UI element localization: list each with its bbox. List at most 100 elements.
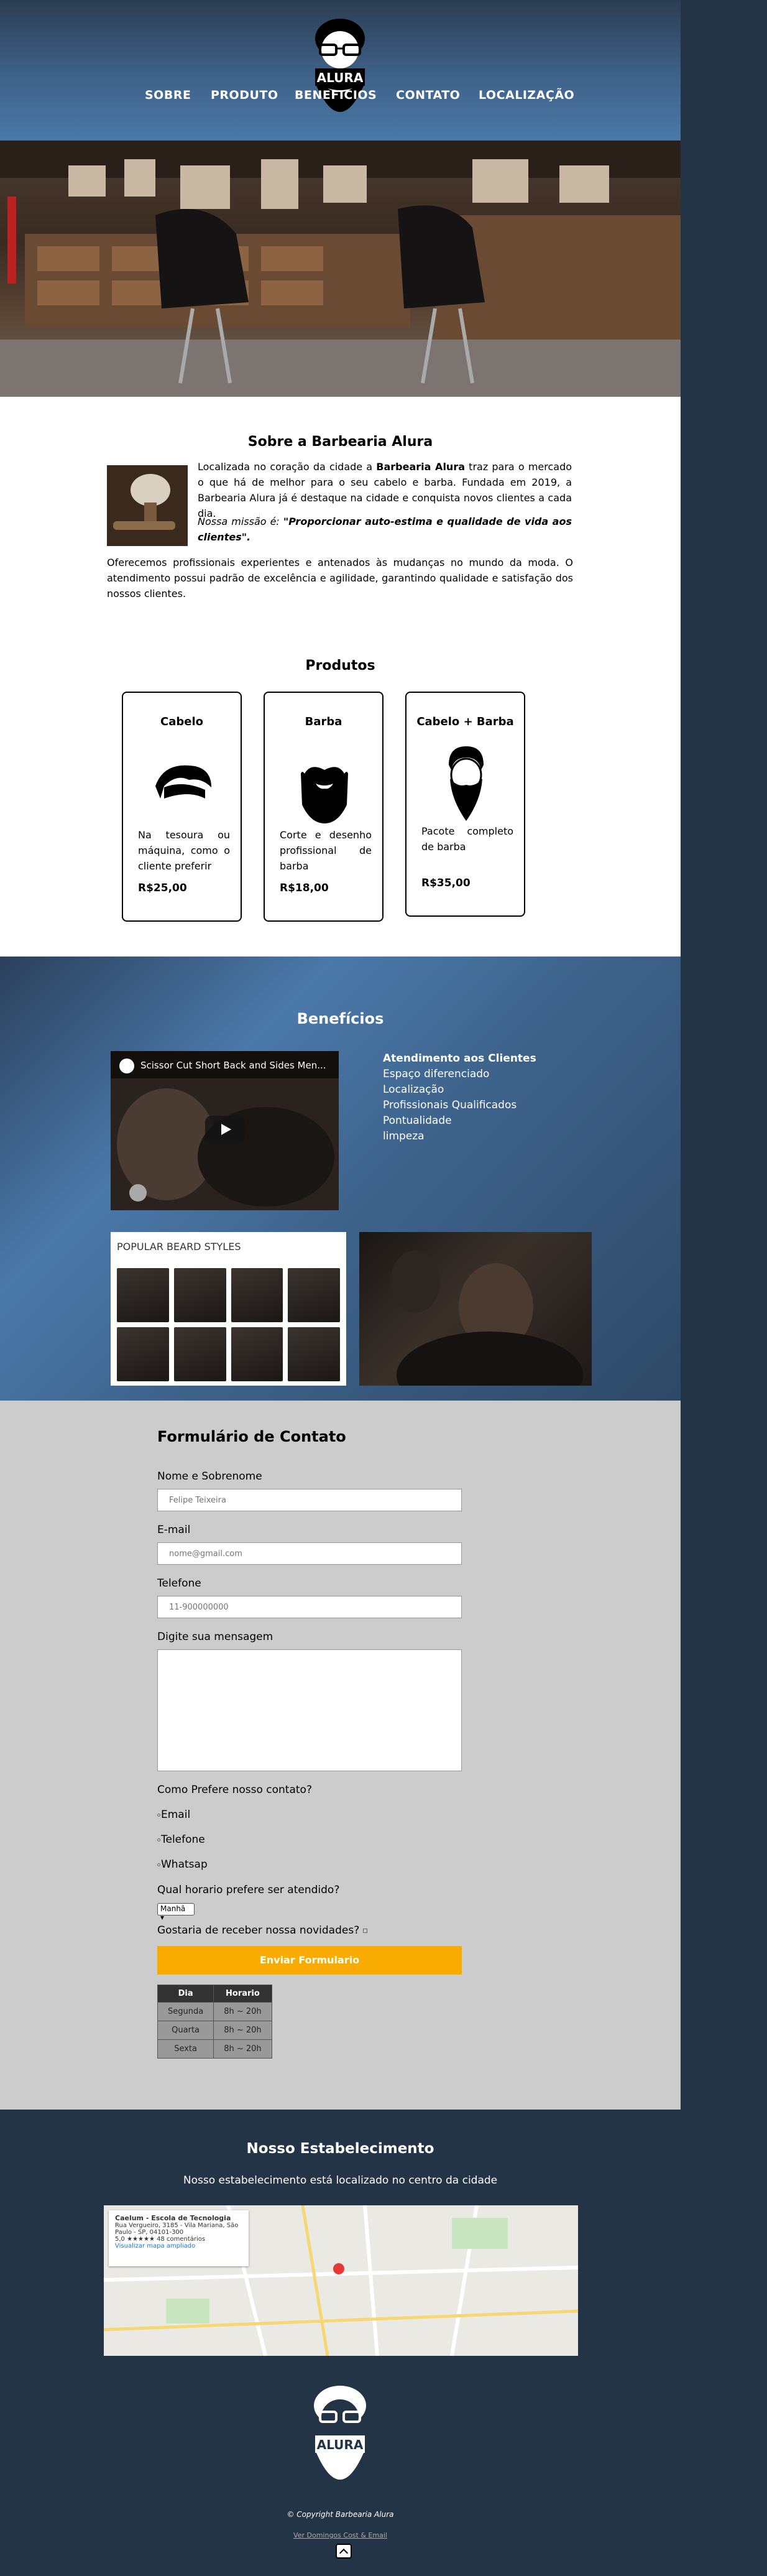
novidades-checkbox[interactable] bbox=[363, 1928, 368, 1933]
beard-style-photo bbox=[288, 1327, 340, 1381]
map-place-card: Caelum - Escola de Tecnologia Rua Vergue… bbox=[109, 2210, 249, 2266]
radio-button[interactable] bbox=[157, 1863, 160, 1866]
google-map-embed[interactable]: Caelum - Escola de Tecnologia Rua Vergue… bbox=[104, 2205, 578, 2356]
produto-price: R$18,00 bbox=[280, 882, 329, 894]
popular-beard-styles-image: POPULAR BEARD STYLES bbox=[111, 1232, 346, 1386]
nav-contato[interactable]: CONTATO bbox=[396, 88, 460, 102]
hair-beard-icon bbox=[449, 746, 484, 821]
beneficio-item: Pontualidade bbox=[383, 1114, 452, 1127]
produto-card-cabelo-barba: Cabelo + Barba Pacote completo de barba … bbox=[405, 692, 525, 917]
barber-photo-illustration bbox=[390, 1251, 583, 1386]
play-icon[interactable] bbox=[205, 1116, 245, 1143]
enviar-formulario-button[interactable]: Enviar Formulario bbox=[157, 1946, 462, 1975]
nome-label: Nome e Sobrenome bbox=[157, 1470, 262, 1483]
beneficios-section: Benefícios Scissor Cut Short Back and Si… bbox=[0, 957, 681, 1401]
beards-title: POPULAR BEARD STYLES bbox=[117, 1241, 241, 1253]
produtos-title: Produtos bbox=[305, 658, 375, 674]
beard-style-photo bbox=[117, 1268, 169, 1322]
map-place-name: Caelum - Escola de Tecnologia bbox=[115, 2214, 231, 2222]
table-cell: 8h ~ 20h bbox=[213, 2021, 272, 2040]
produto-title: Cabelo + Barba bbox=[416, 715, 514, 728]
shaving-brush-image bbox=[107, 465, 188, 546]
table-row: Quarta 8h ~ 20h bbox=[157, 2021, 272, 2040]
footer-link[interactable]: Ver Domingos Cost & Email bbox=[0, 2531, 681, 2539]
beneficio-item: Espaço diferenciado bbox=[383, 1068, 490, 1080]
formulario-title: Formulário de Contato bbox=[157, 1428, 346, 1445]
produto-card-cabelo: Cabelo Na tesoura ou máquina, como o cli… bbox=[122, 692, 242, 922]
horario-question: Qual horario prefere ser atendido? bbox=[157, 1884, 340, 1896]
beard-style-photo bbox=[231, 1327, 283, 1381]
radio-button[interactable] bbox=[157, 1813, 160, 1817]
beneficio-item: Profissionais Qualificados bbox=[383, 1099, 517, 1111]
produto-title: Barba bbox=[305, 715, 342, 728]
mensagem-textarea[interactable] bbox=[157, 1649, 462, 1771]
nav-sobre[interactable]: SOBRE bbox=[145, 88, 191, 102]
produto-desc: Na tesoura ou máquina, como o cliente pr… bbox=[138, 829, 230, 872]
telefone-input[interactable] bbox=[157, 1596, 462, 1618]
sobre-paragraph-1: Localizada no coração da cidade a Barbea… bbox=[198, 461, 572, 519]
produto-desc: Corte e desenho profissional de barba bbox=[280, 829, 372, 872]
radio-whatsap[interactable]: Whatsap bbox=[157, 1858, 208, 1871]
estabelecimento-subtitle: Nosso estabelecimento está localizado no… bbox=[183, 2174, 498, 2187]
sobre-missao: Nossa missão é: "Proporcionar auto-estim… bbox=[198, 516, 572, 543]
barbearia-alura-logo[interactable]: ALURA bbox=[303, 14, 377, 126]
radio-button[interactable] bbox=[157, 1838, 160, 1842]
radio-telefone[interactable]: Telefone bbox=[157, 1833, 205, 1846]
produto-card-barba: Barba Corte e desenho profissional de ba… bbox=[264, 692, 384, 922]
table-header: Horario bbox=[213, 1985, 272, 2003]
beard-style-grid bbox=[117, 1268, 340, 1381]
nav-beneficios[interactable]: BENEFICIOS bbox=[295, 88, 377, 102]
nav-produto[interactable]: PRODUTO bbox=[211, 88, 278, 102]
novidades-question: Gostaria de receber nossa novidades? bbox=[157, 1924, 368, 1937]
beneficios-list: Atendimento aos Clientes Espaço diferenc… bbox=[383, 1051, 536, 1144]
sobre-title: Sobre a Barbearia Alura bbox=[247, 434, 433, 450]
hero-barbershop-image bbox=[0, 141, 681, 397]
main-nav: SOBRE PRODUTO BENEFICIOS CONTATO LOCALIZ… bbox=[0, 88, 681, 107]
formulario-section: Formulário de Contato Nome e Sobrenome E… bbox=[0, 1401, 681, 2110]
beneficio-item: Atendimento aos Clientes bbox=[383, 1052, 536, 1065]
table-cell: Quarta bbox=[157, 2021, 214, 2040]
table-cell: 8h ~ 20h bbox=[213, 2002, 272, 2021]
beneficios-title: Benefícios bbox=[296, 1010, 384, 1027]
table-cell: Segunda bbox=[157, 2002, 214, 2021]
table-cell: 8h ~ 20h bbox=[213, 2039, 272, 2059]
hair-icon bbox=[155, 765, 211, 799]
beard-style-photo bbox=[173, 1327, 226, 1381]
svg-text:ALURA: ALURA bbox=[317, 2437, 364, 2452]
barbearia-alura-footer-logo[interactable]: ALURA bbox=[303, 2381, 377, 2495]
map-rating: 5,0 ★★★★★ 48 comentários bbox=[115, 2236, 206, 2243]
barber-at-work-photo bbox=[359, 1232, 592, 1386]
beard-style-photo bbox=[231, 1268, 283, 1322]
nav-localizacao[interactable]: LOCALIZAÇÃO bbox=[479, 88, 574, 102]
horario-select[interactable]: Manhã ▾ bbox=[157, 1903, 195, 1922]
table-row: Segunda 8h ~ 20h bbox=[157, 2002, 272, 2021]
table-header: Dia bbox=[157, 1985, 214, 2003]
beneficio-item: Localização bbox=[383, 1083, 444, 1096]
radio-email[interactable]: Email bbox=[157, 1809, 190, 1821]
back-to-top-icon[interactable] bbox=[336, 2544, 352, 2559]
sobre-section: Sobre a Barbearia Alura Localizada no co… bbox=[0, 397, 681, 957]
map-enlarge-link[interactable]: Visualizar mapa ampliado bbox=[115, 2243, 242, 2249]
produto-price: R$35,00 bbox=[421, 877, 471, 889]
barbershop-interior-illustration bbox=[0, 141, 681, 397]
sobre-paragraph-3: Oferecemos profissionais experientes e a… bbox=[107, 557, 573, 600]
beard-style-photo bbox=[288, 1268, 340, 1322]
site-header: ALURA SOBRE PRODUTO BENEFICIOS CONTATO L… bbox=[0, 0, 681, 141]
contato-question: Como Prefere nosso contato? bbox=[157, 1784, 312, 1796]
copyright-text: © Copyright Barbearia Alura bbox=[287, 2510, 394, 2519]
youtube-video-embed[interactable]: Scissor Cut Short Back and Sides Men... bbox=[111, 1051, 339, 1210]
produto-price: R$25,00 bbox=[138, 882, 187, 894]
nome-input[interactable] bbox=[157, 1489, 462, 1511]
produto-title: Cabelo bbox=[160, 715, 203, 728]
beard-style-photo bbox=[173, 1268, 226, 1322]
horarios-table: Dia Horario Segunda 8h ~ 20h Quarta 8h ~… bbox=[157, 1985, 272, 2059]
estabelecimento-title: Nosso Estabelecimento bbox=[246, 2141, 434, 2157]
beneficio-item: limpeza bbox=[383, 1130, 425, 1142]
map-address: Rua Vergueiro, 3185 - Vila Mariana, São … bbox=[115, 2222, 239, 2236]
produto-desc: Pacote completo de barba bbox=[421, 825, 513, 853]
email-label: E-mail bbox=[157, 1524, 191, 1536]
email-input[interactable] bbox=[157, 1542, 462, 1565]
beard-icon bbox=[301, 767, 348, 823]
video-title[interactable]: Scissor Cut Short Back and Sides Men... bbox=[140, 1060, 326, 1071]
telefone-label: Telefone bbox=[157, 1577, 201, 1590]
